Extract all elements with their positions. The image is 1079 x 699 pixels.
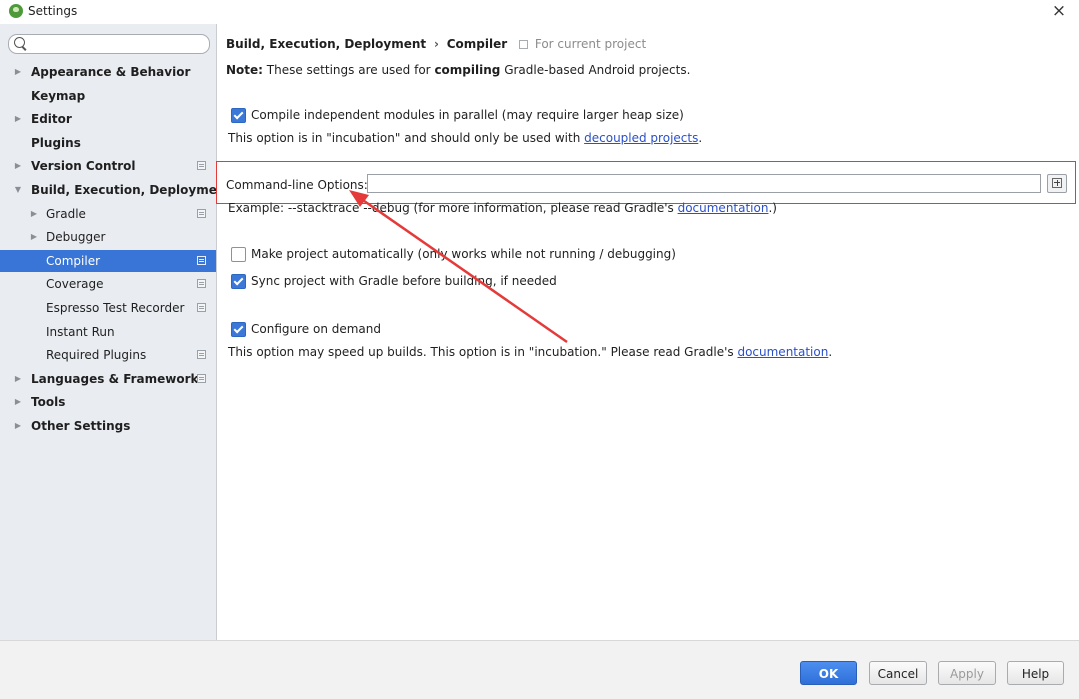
ok-button[interactable]: OK xyxy=(800,661,857,685)
collapsed-arrow-icon[interactable]: ▶ xyxy=(13,415,23,437)
expanded-arrow-icon[interactable]: ▼ xyxy=(13,179,23,201)
sidebar-item-label: Coverage xyxy=(46,277,104,292)
sidebar-item-version-control[interactable]: ▶ Version Control xyxy=(0,155,216,177)
on-demand-desc-text: This option may speed up builds. This op… xyxy=(228,345,738,359)
on-demand-desc-suffix: . xyxy=(828,345,833,359)
sidebar-item-required-plugins[interactable]: Required Plugins xyxy=(0,344,216,366)
collapsed-arrow-icon[interactable]: ▶ xyxy=(29,203,39,225)
sidebar-item-tools[interactable]: ▶ Tools xyxy=(0,391,216,413)
project-settings-icon xyxy=(197,373,206,383)
parallel-compile-label[interactable]: Compile independent modules in parallel … xyxy=(251,108,684,122)
search-icon xyxy=(14,37,25,48)
sidebar-item-label: Other Settings xyxy=(31,419,131,433)
expand-icon xyxy=(1052,178,1062,188)
sync-gradle-checkbox[interactable] xyxy=(231,274,246,289)
cancel-button[interactable]: Cancel xyxy=(869,661,927,685)
search-input[interactable] xyxy=(31,36,201,50)
sidebar-item-label: Instant Run xyxy=(46,324,115,339)
sidebar-item-label: Build, Execution, Deployment xyxy=(31,183,232,197)
project-settings-icon xyxy=(197,208,206,218)
sidebar-item-build-execution-deployment[interactable]: ▼ Build, Execution, Deployment xyxy=(0,179,231,201)
breadcrumb: Build, Execution, Deployment › Compiler … xyxy=(226,37,646,51)
collapsed-arrow-icon[interactable]: ▶ xyxy=(13,368,23,390)
expand-editor-button[interactable] xyxy=(1047,174,1067,193)
sidebar-item-coverage[interactable]: Coverage xyxy=(0,273,216,295)
dialog-body: ▶ Appearance & Behavior Keymap ▶ Editor Plugi… xyxy=(0,24,1079,640)
help-button[interactable]: Help xyxy=(1007,661,1064,685)
cmdline-example-text: Example: --stacktrace --debug (for more … xyxy=(228,201,678,215)
note-text-1: These settings are used for xyxy=(262,63,435,77)
sidebar-item-label: Appearance & Behavior xyxy=(31,65,191,79)
project-scope-icon xyxy=(519,40,529,49)
project-settings-icon xyxy=(197,161,206,171)
gradle-documentation-link[interactable]: documentation xyxy=(678,201,769,215)
project-settings-icon xyxy=(197,279,206,289)
note-text-2: Gradle-based Android projects. xyxy=(500,63,691,77)
settings-sidebar: ▶ Appearance & Behavior Keymap ▶ Editor Plugi… xyxy=(0,24,231,640)
sidebar-item-plugins[interactable]: Plugins xyxy=(0,132,216,154)
make-project-automatically-label[interactable]: Make project automatically (only works w… xyxy=(251,247,676,261)
sidebar-item-editor[interactable]: ▶ Editor xyxy=(0,108,216,130)
configure-on-demand-description: This option may speed up builds. This op… xyxy=(228,345,832,359)
android-studio-icon xyxy=(9,4,23,18)
sidebar-item-gradle[interactable]: ▶ Gradle xyxy=(0,203,216,225)
parallel-compile-description: This option is in "incubation" and shoul… xyxy=(228,131,702,145)
sidebar-item-keymap[interactable]: Keymap xyxy=(0,85,216,107)
sidebar-item-compiler[interactable]: Compiler xyxy=(0,249,216,272)
cmdline-example-suffix: .) xyxy=(768,201,777,215)
sidebar-item-label: Plugins xyxy=(31,135,81,150)
breadcrumb-current: Compiler xyxy=(446,37,508,51)
sidebar-item-label: Gradle xyxy=(46,206,86,221)
on-demand-documentation-link[interactable]: documentation xyxy=(737,345,828,359)
collapsed-arrow-icon[interactable]: ▶ xyxy=(13,108,23,130)
breadcrumb-separator: › xyxy=(433,37,439,51)
sidebar-item-label: Keymap xyxy=(31,88,86,103)
sidebar-item-appearance-behavior[interactable]: ▶ Appearance & Behavior xyxy=(0,61,216,83)
dialog-footer: OK Cancel Apply Help xyxy=(0,640,1079,699)
apply-button[interactable]: Apply xyxy=(938,661,996,685)
parallel-desc-suffix: . xyxy=(698,131,703,145)
window-title: Settings xyxy=(28,4,78,18)
settings-content: Build, Execution, Deployment › Compiler … xyxy=(216,24,1079,640)
sidebar-item-label: Languages & Frameworks xyxy=(31,371,206,386)
decoupled-projects-link[interactable]: decoupled projects xyxy=(584,131,698,145)
sidebar-item-languages-frameworks[interactable]: ▶ Languages & Frameworks xyxy=(0,368,216,390)
collapsed-arrow-icon[interactable]: ▶ xyxy=(29,226,39,248)
search-box[interactable] xyxy=(8,34,210,54)
annotation-arrow-line xyxy=(356,194,568,344)
sidebar-item-label: Espresso Test Recorder xyxy=(46,301,185,315)
make-project-automatically-checkbox[interactable] xyxy=(231,247,246,262)
parallel-desc-text: This option is in "incubation" and shoul… xyxy=(228,131,585,145)
sync-gradle-label[interactable]: Sync project with Gradle before building… xyxy=(251,274,557,288)
configure-on-demand-label[interactable]: Configure on demand xyxy=(251,322,381,336)
sidebar-item-instant-run[interactable]: Instant Run xyxy=(0,321,216,343)
project-settings-icon xyxy=(197,255,206,265)
project-settings-icon xyxy=(197,350,206,360)
collapsed-arrow-icon[interactable]: ▶ xyxy=(13,61,23,83)
parallel-compile-checkbox[interactable] xyxy=(231,108,246,123)
breadcrumb-parent[interactable]: Build, Execution, Deployment xyxy=(226,37,426,51)
sidebar-item-other-settings[interactable]: ▶ Other Settings xyxy=(0,415,216,437)
sidebar-item-label: Editor xyxy=(31,112,72,127)
sidebar-item-label: Required Plugins xyxy=(46,348,147,363)
project-settings-icon xyxy=(197,303,206,312)
sidebar-item-label: Tools xyxy=(31,395,66,410)
command-line-example: Example: --stacktrace --debug (for more … xyxy=(228,201,777,215)
close-icon[interactable]: × xyxy=(1047,0,1071,22)
sidebar-item-label: Debugger xyxy=(46,230,106,245)
collapsed-arrow-icon[interactable]: ▶ xyxy=(13,391,23,413)
command-line-options-label: Command-line Options: xyxy=(226,178,368,192)
sidebar-item-debugger[interactable]: ▶ Debugger xyxy=(0,226,216,248)
note-emphasis: compiling xyxy=(434,63,501,77)
sidebar-item-espresso-test-recorder[interactable]: Espresso Test Recorder xyxy=(0,297,216,319)
breadcrumb-scope: For current project xyxy=(534,37,647,51)
sidebar-item-label: Compiler xyxy=(46,253,101,268)
command-line-options-input[interactable] xyxy=(367,174,1041,193)
collapsed-arrow-icon[interactable]: ▶ xyxy=(13,155,23,177)
configure-on-demand-checkbox[interactable] xyxy=(231,322,246,337)
note-text: Note: These settings are used for compil… xyxy=(226,63,690,77)
sidebar-item-label: Version Control xyxy=(31,159,136,174)
title-bar: Settings × xyxy=(0,0,1079,24)
note-prefix: Note: xyxy=(226,63,263,77)
